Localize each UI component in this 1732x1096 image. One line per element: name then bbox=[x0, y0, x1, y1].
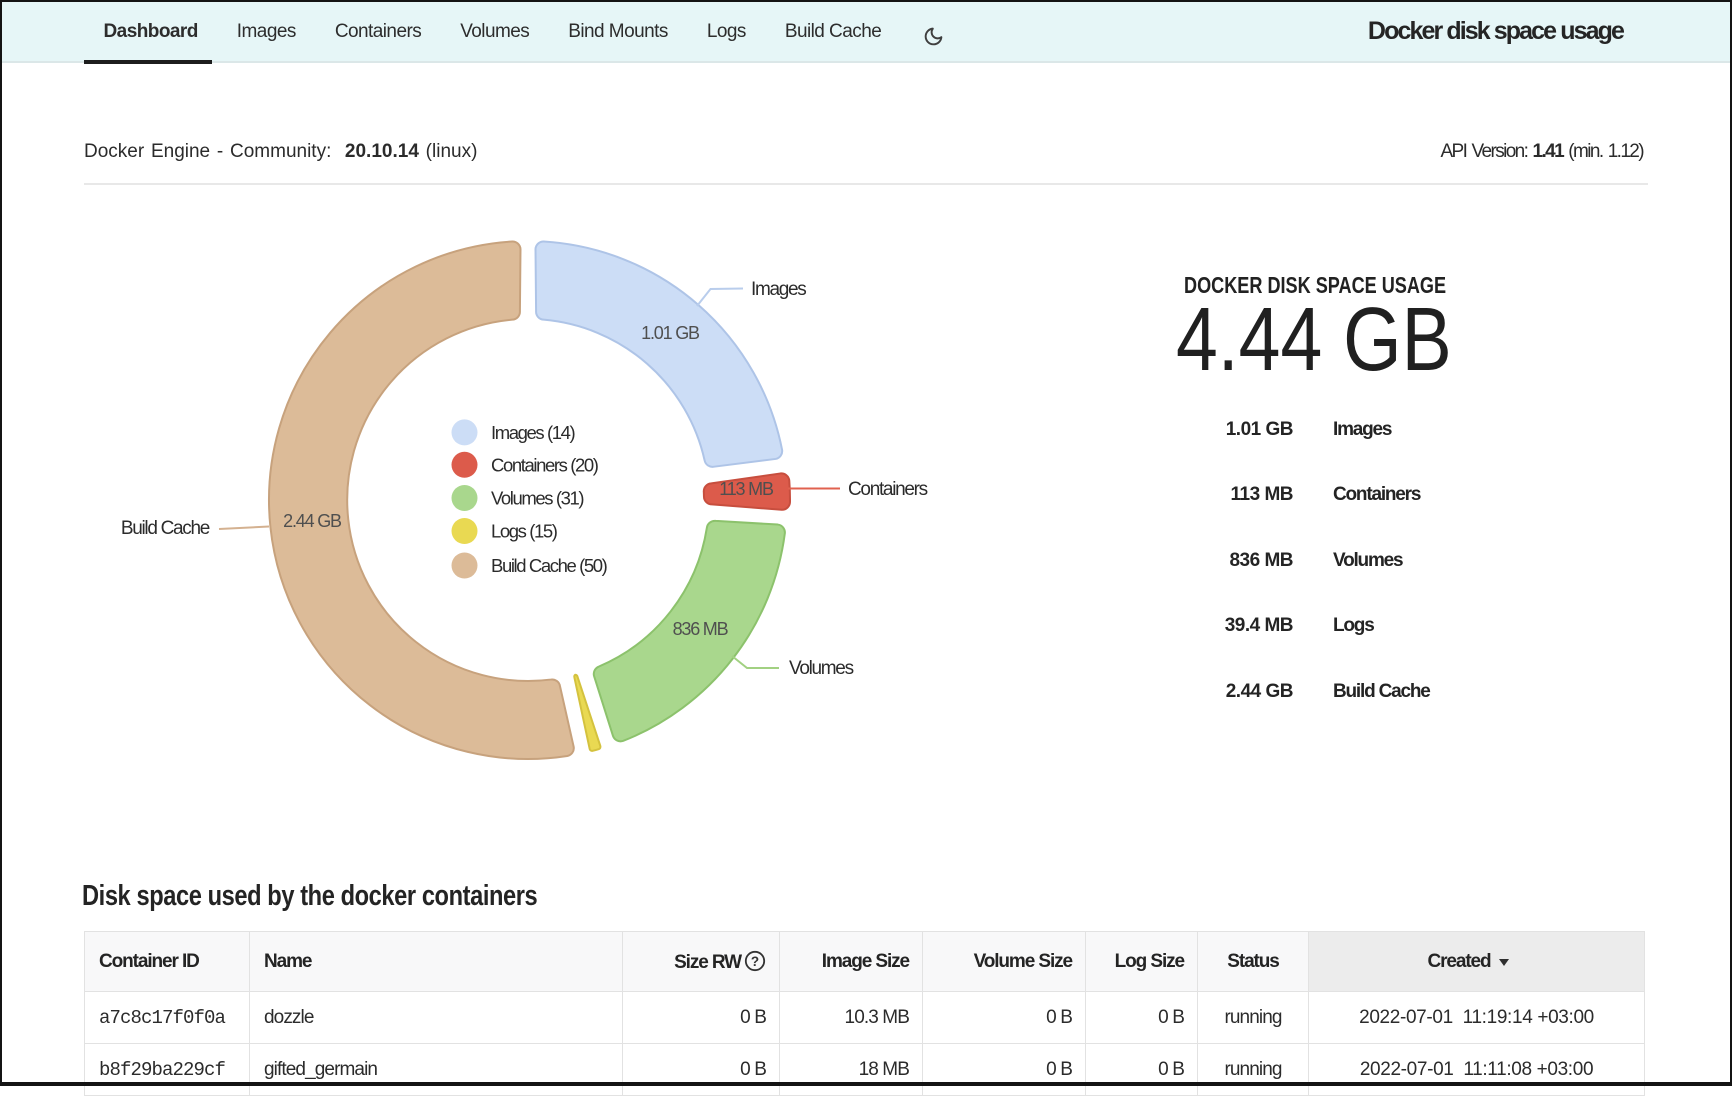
svg-text:Images (14): Images (14) bbox=[491, 422, 576, 443]
svg-text:Build Cache: Build Cache bbox=[121, 518, 210, 539]
svg-text:836 MB: 836 MB bbox=[673, 619, 729, 639]
svg-text:2.44 GB: 2.44 GB bbox=[283, 511, 342, 531]
svg-text:Logs (15): Logs (15) bbox=[491, 521, 558, 542]
svg-text:1.01 GB: 1.01 GB bbox=[641, 323, 700, 343]
svg-text:Containers: Containers bbox=[848, 479, 928, 500]
svg-text:Volumes: Volumes bbox=[789, 658, 854, 679]
svg-text:Containers (20): Containers (20) bbox=[491, 454, 599, 475]
svg-text:Images: Images bbox=[751, 279, 806, 300]
svg-text:113 MB: 113 MB bbox=[719, 479, 774, 499]
svg-text:Build Cache (50): Build Cache (50) bbox=[491, 555, 608, 576]
svg-text:Volumes (31): Volumes (31) bbox=[491, 488, 584, 509]
